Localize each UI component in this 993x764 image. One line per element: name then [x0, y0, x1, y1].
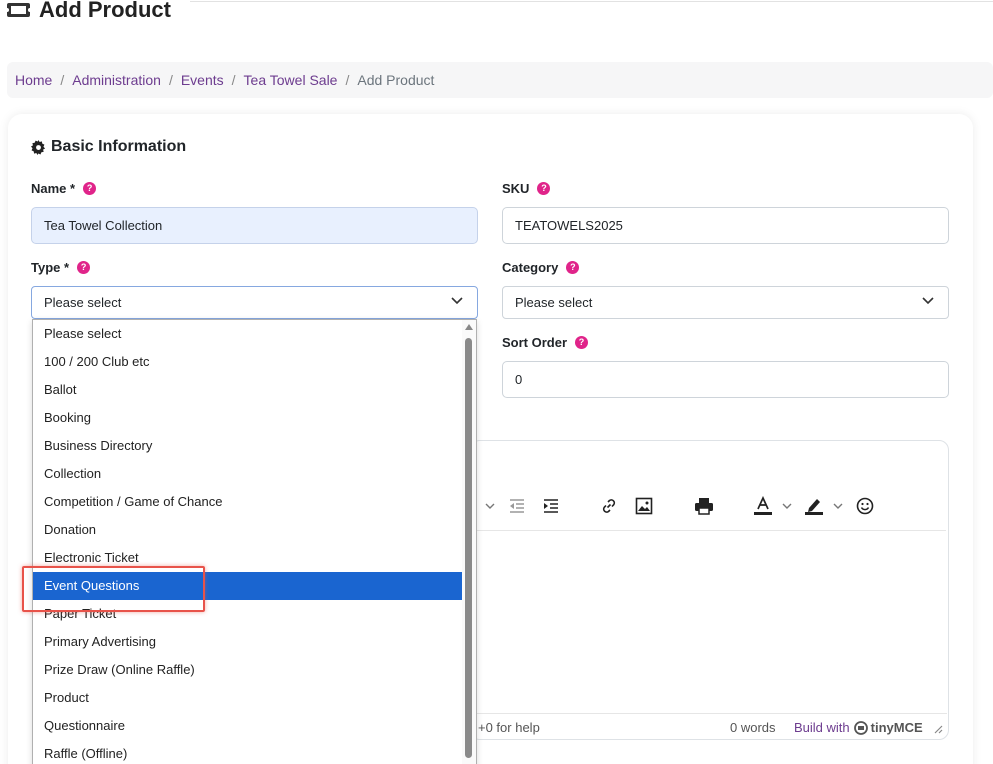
chevron-down-icon[interactable]: [781, 496, 793, 516]
category-label: Category ?: [502, 260, 580, 275]
dropdown-option[interactable]: Ballot: [33, 376, 463, 404]
dropdown-option[interactable]: Questionnaire: [33, 712, 463, 740]
dropdown-option[interactable]: Competition / Game of Chance: [33, 488, 463, 516]
section-title: Basic Information: [31, 138, 186, 156]
chevron-down-icon[interactable]: [484, 496, 496, 516]
section-title-text: Basic Information: [51, 138, 187, 155]
breadcrumb-event[interactable]: Tea Towel Sale: [244, 72, 338, 88]
breadcrumb-administration[interactable]: Administration: [72, 72, 161, 88]
dropdown-option[interactable]: 100 / 200 Club etc: [33, 348, 463, 376]
breadcrumb-separator: /: [231, 72, 236, 88]
dropdown-option[interactable]: Raffle (Offline): [33, 740, 463, 764]
ticket-icon: [6, 3, 31, 17]
page-header: Add Product: [6, 0, 171, 26]
dropdown-option[interactable]: Donation: [33, 516, 463, 544]
toolbar-divider: [470, 530, 946, 531]
link-icon[interactable]: [599, 496, 619, 516]
breadcrumb: Home / Administration / Events / Tea Tow…: [7, 62, 993, 98]
type-select[interactable]: Please select: [31, 286, 478, 319]
sort-order-label: Sort Order ?: [502, 335, 589, 350]
image-icon[interactable]: [634, 496, 654, 516]
chevron-down-icon: [451, 297, 463, 305]
emoji-icon[interactable]: [855, 496, 875, 516]
sort-order-value: 0: [515, 372, 523, 387]
category-select-value: Please select: [515, 295, 593, 310]
editor-help-hint: +0 for help: [478, 720, 540, 735]
breadcrumb-current: Add Product: [357, 72, 435, 88]
word-count[interactable]: 0 words: [730, 720, 776, 735]
outdent-icon[interactable]: [507, 496, 527, 516]
dropdown-option[interactable]: Booking: [33, 404, 463, 432]
editor-statusbar-divider: [470, 713, 947, 714]
text-color-icon[interactable]: [752, 496, 774, 516]
type-label: Type * ?: [31, 260, 91, 275]
help-icon[interactable]: ?: [83, 182, 97, 195]
dropdown-option[interactable]: Collection: [33, 460, 463, 488]
chevron-down-icon[interactable]: [832, 496, 844, 516]
page-title: Add Product: [39, 0, 171, 22]
chevron-down-icon: [922, 297, 934, 305]
category-label-text: Category: [502, 260, 559, 275]
build-with-tinymce[interactable]: Build with tinyMCE: [794, 720, 923, 735]
highlight-color-icon[interactable]: [803, 496, 825, 516]
dropdown-scrollbar[interactable]: [462, 320, 476, 764]
type-label-text: Type *: [31, 260, 70, 275]
sort-order-label-text: Sort Order: [502, 335, 568, 350]
sku-label-text: SKU: [502, 181, 530, 196]
breadcrumb-separator: /: [345, 72, 350, 88]
breadcrumb-separator: /: [60, 72, 65, 88]
print-icon[interactable]: [693, 496, 715, 516]
scrollbar-thumb[interactable]: [465, 338, 472, 758]
breadcrumb-events[interactable]: Events: [181, 72, 224, 88]
dropdown-option[interactable]: Product: [33, 684, 463, 712]
tinymce-logo: tinyMCE: [853, 720, 923, 735]
type-dropdown-list: Please select 100 / 200 Club etc Ballot …: [32, 319, 477, 764]
help-icon[interactable]: ?: [566, 261, 580, 274]
dropdown-option[interactable]: Please select: [33, 320, 463, 348]
name-label-text: Name *: [31, 181, 76, 196]
header-divider: [190, 1, 993, 2]
description-editor[interactable]: [470, 440, 949, 740]
tinymce-icon: [853, 720, 868, 735]
tinymce-brand: tinyMCE: [870, 720, 923, 735]
type-select-value: Please select: [44, 295, 122, 310]
name-label: Name * ?: [31, 181, 97, 196]
dropdown-option[interactable]: Primary Advertising: [33, 628, 463, 656]
sku-field-value: TEATOWELS2025: [515, 218, 623, 233]
dropdown-option[interactable]: Business Directory: [33, 432, 463, 460]
help-icon[interactable]: ?: [575, 336, 589, 349]
sort-order-field[interactable]: 0: [502, 361, 949, 398]
breadcrumb-separator: /: [168, 72, 173, 88]
scroll-up-arrow-icon[interactable]: [465, 324, 473, 330]
build-with-text: Build with: [794, 720, 850, 735]
annotation-highlight-box: [22, 566, 205, 612]
help-icon[interactable]: ?: [77, 261, 91, 274]
sku-field[interactable]: TEATOWELS2025: [502, 207, 949, 244]
gear-icon: [31, 139, 46, 155]
breadcrumb-home[interactable]: Home: [15, 72, 52, 88]
name-field-value: Tea Towel Collection: [44, 218, 163, 233]
indent-icon[interactable]: [541, 496, 561, 516]
name-field[interactable]: Tea Towel Collection: [31, 207, 478, 244]
resize-handle-icon[interactable]: [934, 725, 943, 734]
dropdown-option[interactable]: Prize Draw (Online Raffle): [33, 656, 463, 684]
help-icon[interactable]: ?: [537, 182, 551, 195]
sku-label: SKU ?: [502, 181, 551, 196]
category-select[interactable]: Please select: [502, 286, 949, 319]
